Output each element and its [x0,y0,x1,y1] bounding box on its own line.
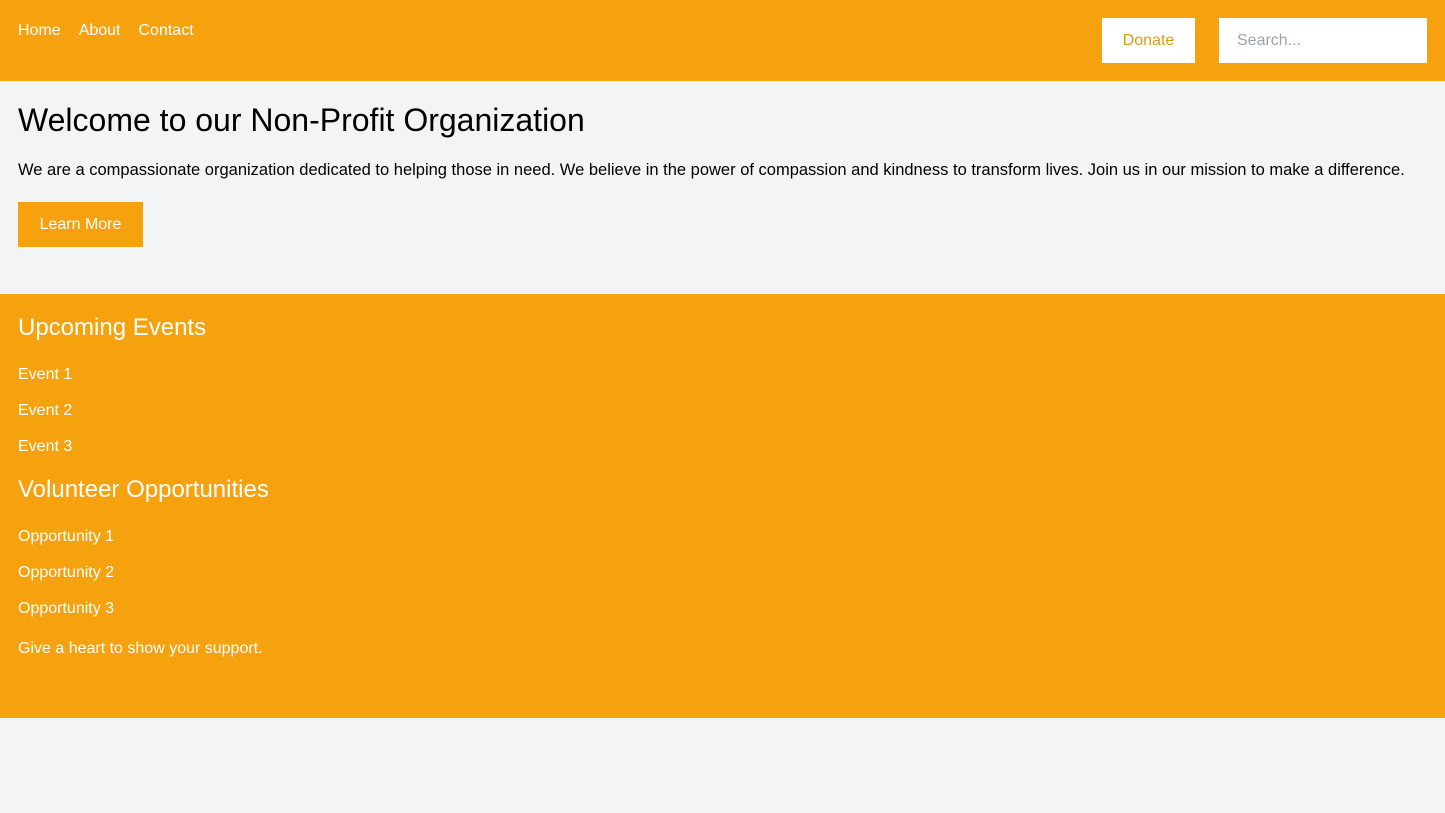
nav-link-home[interactable]: Home [18,18,61,44]
intro-section: Welcome to our Non-Profit Organization W… [0,81,1445,294]
events-list: Event 1 Event 2 Event 3 [18,362,1427,460]
list-item: Event 3 [18,434,1427,460]
volunteer-list: Opportunity 1 Opportunity 2 Opportunity … [18,524,1427,622]
nav-link-about[interactable]: About [79,18,121,44]
event-link[interactable]: Event 1 [18,366,72,383]
info-section: Upcoming Events Event 1 Event 2 Event 3 … [0,294,1445,718]
support-text: Give a heart to show your support. [18,640,263,657]
main-nav: Home About Contact [18,18,194,44]
site-header: Home About Contact Donate [0,0,1445,81]
list-item: Opportunity 1 [18,524,1427,550]
page-title: Welcome to our Non-Profit Organization [18,102,585,138]
list-item: Opportunity 3 [18,596,1427,622]
event-link[interactable]: Event 2 [18,402,72,419]
search-input[interactable] [1219,18,1427,63]
events-heading: Upcoming Events [18,314,207,341]
nav-link-contact[interactable]: Contact [139,18,194,44]
event-link[interactable]: Event 3 [18,438,72,455]
volunteer-heading: Volunteer Opportunities [18,476,269,503]
list-item: Event 1 [18,362,1427,388]
list-item: Event 2 [18,398,1427,424]
opportunity-link[interactable]: Opportunity 3 [18,600,114,617]
opportunity-link[interactable]: Opportunity 1 [18,528,114,545]
opportunity-link[interactable]: Opportunity 2 [18,564,114,581]
donate-button[interactable]: Donate [1102,18,1195,63]
header-actions: Donate [1102,18,1427,63]
list-item: Opportunity 2 [18,560,1427,586]
intro-description: We are a compassionate organization dedi… [18,161,1405,179]
learn-more-button[interactable]: Learn More [18,202,143,247]
